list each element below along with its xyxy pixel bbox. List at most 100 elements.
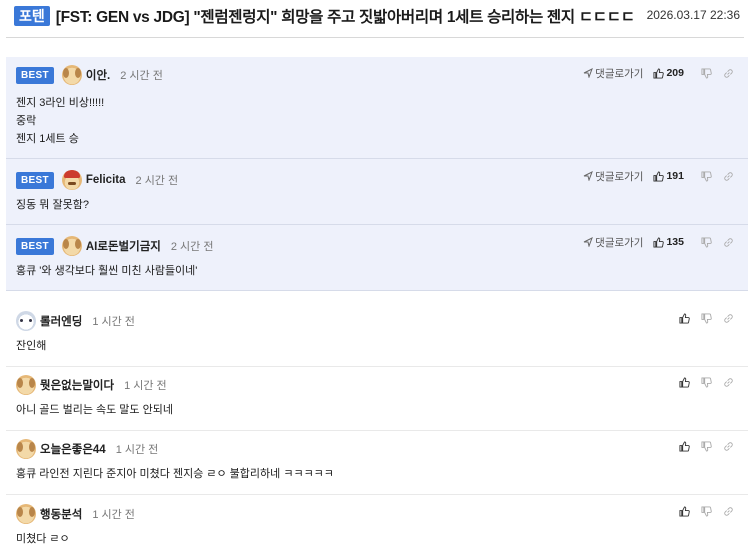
comment-author[interactable]: 롤러엔딩 xyxy=(40,313,82,329)
best-badge: BEST xyxy=(16,66,54,84)
thumbs-up-icon xyxy=(653,236,665,248)
category-badge[interactable]: 포텐 xyxy=(14,6,50,26)
reply-link[interactable]: 댓글로가기 xyxy=(583,66,643,81)
comment-line: 젠지 1세트 승 xyxy=(16,133,79,145)
comment-line: 젠지 3라인 비상!!!!! xyxy=(16,97,105,109)
best-comment: BEST 이안. 2 시간 전 댓글로가기 209 젠지 3라인 비상!!!!!… xyxy=(6,57,748,159)
thumbs-up-icon[interactable] xyxy=(676,374,692,390)
comment: 롤러엔딩 1 시간 전 잔인해 xyxy=(6,305,748,367)
comment-line: 잔인해 xyxy=(16,340,47,352)
link-icon[interactable] xyxy=(720,374,736,390)
comment-actions xyxy=(670,501,736,521)
post-header: 포텐 [FST: GEN vs JDG] "젠럼젠렁지" 희망을 주고 짓밟아버… xyxy=(0,0,750,38)
post-date: 2026.03.17 22:36 xyxy=(646,8,740,22)
comment-body: 아니 골드 벌리는 속도 말도 안되네 xyxy=(16,401,173,419)
post-title-row: 포텐 [FST: GEN vs JDG] "젠럼젠렁지" 희망을 주고 짓밟아버… xyxy=(14,6,740,26)
comment-time: 2 시간 전 xyxy=(170,241,214,253)
comment-body: 미쳤다 ㄹㅇ xyxy=(16,530,70,548)
reply-label: 댓글로가기 xyxy=(595,236,644,249)
link-icon[interactable] xyxy=(720,234,736,250)
comment-time: 1 시간 전 xyxy=(92,316,135,328)
comment-actions xyxy=(670,436,736,456)
like-button[interactable]: 209 xyxy=(653,67,684,79)
header-divider xyxy=(6,37,744,38)
reply-label: 댓글로가기 xyxy=(595,67,644,80)
like-count: 135 xyxy=(666,236,684,248)
comment-header: BEST AI로돈벌기금지 2 시간 전 xyxy=(16,236,213,256)
reply-link[interactable]: 댓글로가기 xyxy=(583,169,643,184)
comment-author[interactable]: AI로돈벌기금지 xyxy=(86,238,161,254)
comment-author[interactable]: Felicita xyxy=(86,174,126,186)
dog-icon[interactable] xyxy=(16,439,36,459)
best-comment: BEST AI로돈벌기금지 2 시간 전 댓글로가기 135 홍큐 '와 생각보… xyxy=(6,225,748,291)
link-icon[interactable] xyxy=(720,503,736,519)
comment-body: 징동 뭐 잘못함? xyxy=(16,196,89,214)
comment-body: 젠지 3라인 비상!!!!! 중락 젠지 1세트 승 xyxy=(16,94,104,148)
comment-actions: 댓글로가기 209 xyxy=(583,63,736,83)
comment-header: BEST Felicita 2 시간 전 xyxy=(16,170,178,190)
comment-line: 홍큐 라인전 지린다 준지아 미쳤다 젠지승 ㄹㅇ 불합리하네 ㅋㅋㅋㅋㅋ xyxy=(16,468,334,480)
reply-label: 댓글로가기 xyxy=(595,170,644,183)
thumbs-down-icon[interactable] xyxy=(698,234,714,250)
link-icon[interactable] xyxy=(720,65,736,81)
best-comment: BEST Felicita 2 시간 전 댓글로가기 191 징동 뭐 잘못함? xyxy=(6,159,748,225)
comment-time: 2 시간 전 xyxy=(135,175,179,187)
link-icon[interactable] xyxy=(720,310,736,326)
send-icon xyxy=(583,68,594,78)
section-gap xyxy=(6,291,748,305)
comment: 행동분석 1 시간 전 미쳤다 ㄹㅇ xyxy=(6,495,748,559)
send-icon xyxy=(583,237,594,247)
comment-body: 잔인해 xyxy=(16,337,46,355)
comment: 뭣은없는말이다 1 시간 전 아니 골드 벌리는 속도 말도 안되네 xyxy=(6,367,748,431)
link-icon[interactable] xyxy=(720,168,736,184)
white-mascot-icon[interactable] xyxy=(16,311,36,331)
thumbs-down-icon[interactable] xyxy=(698,503,714,519)
dog-icon[interactable] xyxy=(61,65,82,85)
like-count: 191 xyxy=(666,170,684,182)
thumbs-down-icon[interactable] xyxy=(698,374,714,390)
comment-author[interactable]: 행동분석 xyxy=(40,506,82,522)
thumbs-up-icon[interactable] xyxy=(676,503,692,519)
comment-time: 1 시간 전 xyxy=(115,444,159,456)
link-icon[interactable] xyxy=(720,438,736,454)
thumbs-up-icon[interactable] xyxy=(676,310,692,326)
dog-icon[interactable] xyxy=(16,375,36,395)
like-count: 209 xyxy=(666,67,684,79)
comment-line: 미쳤다 ㄹㅇ xyxy=(16,533,70,545)
comment-author[interactable]: 오늘은좋은44 xyxy=(40,441,106,457)
comment: 오늘은좋은44 1 시간 전 홍큐 라인전 지린다 준지아 미쳤다 젠지승 ㄹㅇ… xyxy=(6,431,748,495)
like-button[interactable]: 191 xyxy=(653,170,684,182)
comment-author[interactable]: 뭣은없는말이다 xyxy=(40,377,114,393)
comment-actions xyxy=(670,308,736,328)
thumbs-down-icon[interactable] xyxy=(698,168,714,184)
comment-body: 홍큐 '와 생각보다 훨씬 미친 사람들이네' xyxy=(16,262,197,280)
thumbs-up-icon xyxy=(653,67,665,79)
comment-body: 홍큐 라인전 지린다 준지아 미쳤다 젠지승 ㄹㅇ 불합리하네 ㅋㅋㅋㅋㅋ xyxy=(16,465,334,483)
comment-author[interactable]: 이안. xyxy=(86,67,110,83)
comment-header: 뭣은없는말이다 1 시간 전 xyxy=(16,375,167,395)
comment-actions: 댓글로가기 135 xyxy=(583,232,736,252)
comment-line: 아니 골드 벌리는 속도 말도 안되네 xyxy=(16,404,173,416)
comment-actions: 댓글로가기 191 xyxy=(583,166,736,186)
thumbs-down-icon[interactable] xyxy=(698,310,714,326)
reply-link[interactable]: 댓글로가기 xyxy=(583,235,643,250)
thumbs-down-icon[interactable] xyxy=(698,65,714,81)
comment-actions xyxy=(670,372,736,392)
comment-line: 홍큐 '와 생각보다 훨씬 미친 사람들이네' xyxy=(16,265,198,277)
send-icon xyxy=(583,171,594,181)
like-button[interactable]: 135 xyxy=(653,236,684,248)
comment-header: 오늘은좋은44 1 시간 전 xyxy=(16,439,158,459)
best-badge: BEST xyxy=(16,171,54,189)
thumbs-up-icon xyxy=(653,170,665,182)
dog-icon[interactable] xyxy=(61,236,82,256)
comment-line: 중락 xyxy=(16,115,37,127)
thumbs-up-icon[interactable] xyxy=(676,438,692,454)
comment-header: 행동분석 1 시간 전 xyxy=(16,504,135,524)
comment-line: 징동 뭐 잘못함? xyxy=(16,199,89,211)
dog-icon[interactable] xyxy=(16,504,36,524)
comment-time: 2 시간 전 xyxy=(120,70,163,82)
santa-dog-icon[interactable] xyxy=(61,170,82,190)
comment-time: 1 시간 전 xyxy=(124,380,167,392)
post-title: [FST: GEN vs JDG] "젠럼젠렁지" 희망을 주고 짓밟아버리며 … xyxy=(55,9,635,26)
thumbs-down-icon[interactable] xyxy=(698,438,714,454)
